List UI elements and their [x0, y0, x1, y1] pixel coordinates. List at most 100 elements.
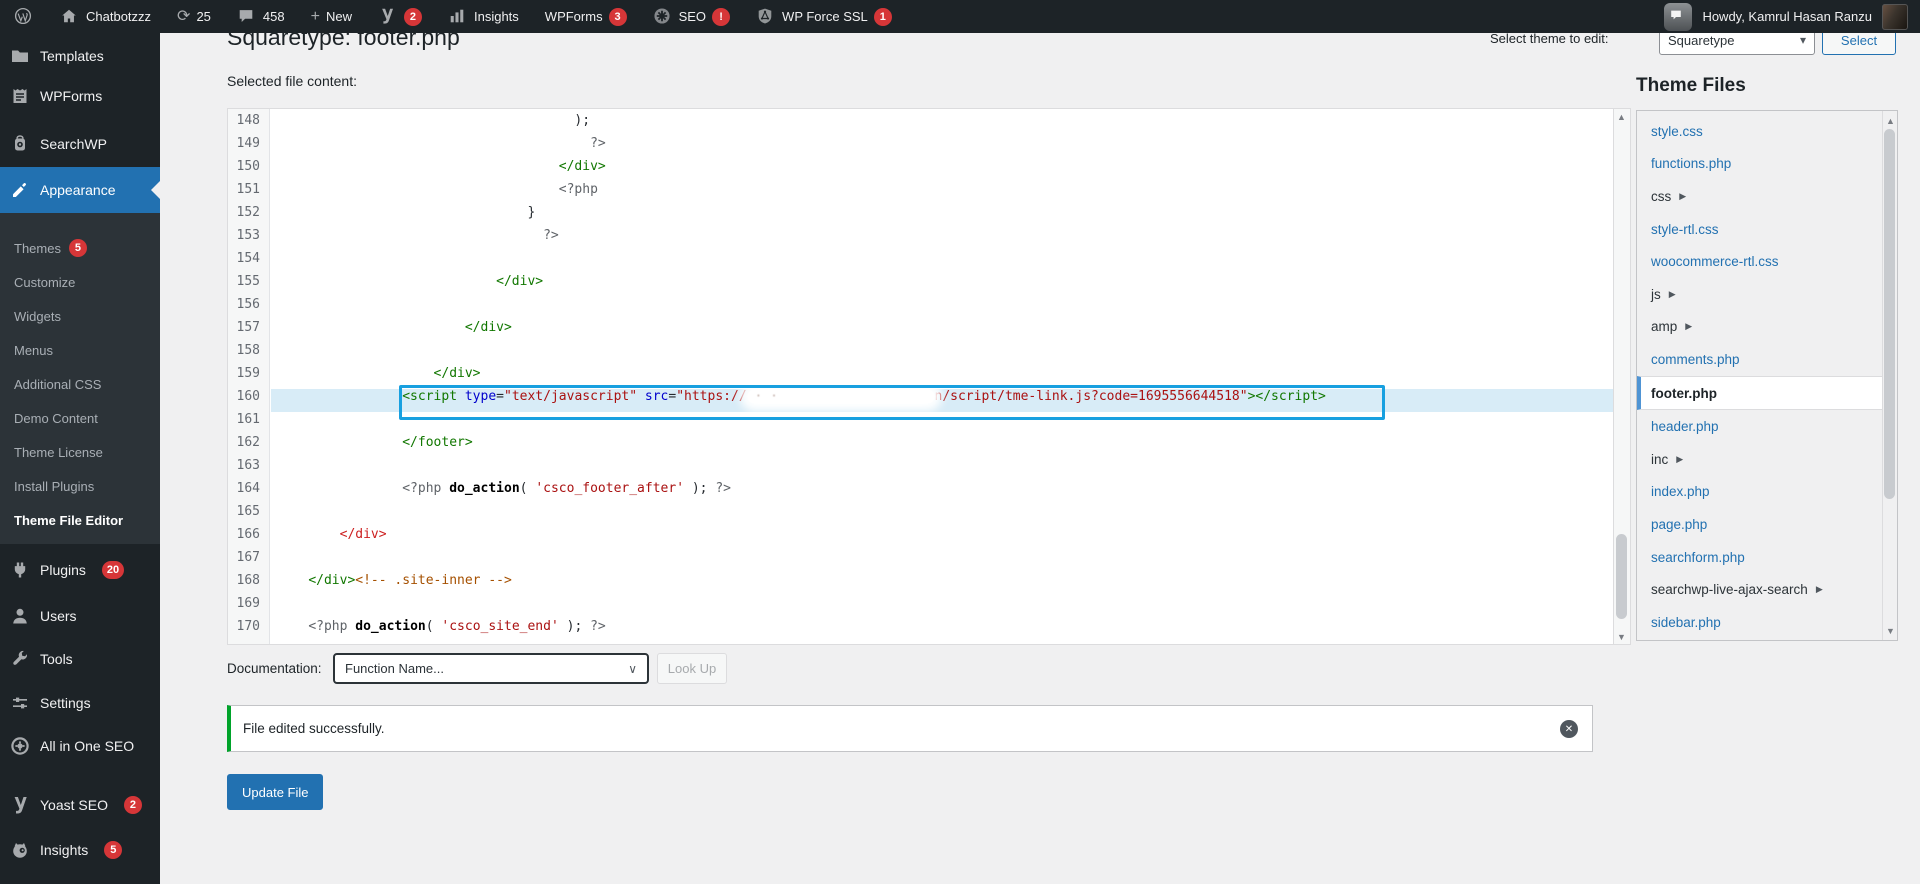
- avatar[interactable]: [1882, 4, 1908, 30]
- yoast-badge: 2: [404, 8, 422, 26]
- theme-file-amp[interactable]: amp▶: [1651, 311, 1883, 344]
- insights-admin-bar-item[interactable]: Insights: [448, 7, 519, 27]
- wp-force-ssl-badge: 1: [874, 8, 892, 26]
- wp-force-ssl-admin-bar-item[interactable]: WP Force SSL 1: [756, 7, 892, 27]
- sidebar-item-label: Settings: [40, 695, 91, 711]
- sidebar-item-insights[interactable]: Insights5: [0, 830, 160, 870]
- scroll-up-icon[interactable]: ▲: [1614, 109, 1629, 124]
- sidebar-item-widgets[interactable]: Widgets: [0, 301, 160, 331]
- success-notice: File edited successfully. ✕: [227, 705, 1593, 752]
- submenu-item-label: Menus: [14, 343, 53, 358]
- admin-bar-right: Howdy, Kamrul Hasan Ranzu: [1664, 3, 1920, 31]
- theme-file-comments-php[interactable]: comments.php: [1651, 343, 1883, 376]
- wordpress-menu[interactable]: [14, 7, 34, 27]
- sidebar-item-templates[interactable]: Templates: [0, 36, 160, 76]
- theme-file-style-css[interactable]: style.css: [1651, 115, 1883, 148]
- wpforms-admin-bar-item[interactable]: WPForms 3: [545, 8, 627, 26]
- sidebar-item-users[interactable]: Users: [0, 596, 160, 636]
- lookup-button[interactable]: Look Up: [657, 653, 727, 684]
- sidebar-item-powerkit[interactable]: Powerkit: [0, 872, 160, 884]
- theme-file-footer-php[interactable]: footer.php: [1637, 376, 1887, 411]
- theme-file-css[interactable]: css▶: [1651, 180, 1883, 213]
- new-label: New: [326, 9, 352, 24]
- sidebar-item-appearance[interactable]: Appearance: [0, 167, 160, 213]
- aioseo-icon: [10, 736, 30, 756]
- theme-file-inc[interactable]: inc▶: [1651, 443, 1883, 476]
- comments-count: 458: [263, 9, 285, 24]
- yoast-icon: [378, 7, 398, 27]
- sidebar-item-tools[interactable]: Tools: [0, 639, 160, 679]
- comments-link[interactable]: 458: [237, 7, 285, 27]
- folder-expand-icon: ▶: [1816, 584, 1823, 595]
- editor-scrollbar-thumb[interactable]: [1616, 534, 1627, 619]
- theme-file-style-rtl-css[interactable]: style-rtl.css: [1651, 213, 1883, 246]
- scroll-down-icon[interactable]: ▼: [1883, 623, 1898, 638]
- theme-file-woocommerce-rtl-css[interactable]: woocommerce-rtl.css: [1651, 245, 1883, 278]
- code-line: [271, 343, 1614, 366]
- sidebar-item-theme-license[interactable]: Theme License: [0, 437, 160, 467]
- theme-select-dropdown[interactable]: Squaretype ▾: [1659, 33, 1815, 55]
- theme-file-index-php[interactable]: index.php: [1651, 476, 1883, 509]
- sidebar-item-additional-css[interactable]: Additional CSS: [0, 369, 160, 399]
- sidebar-item-wpforms[interactable]: WPForms: [0, 76, 160, 116]
- editor-code-area[interactable]: ); ?> </div> <?php } ?>: [271, 109, 1614, 644]
- howdy-account-link[interactable]: Howdy, Kamrul Hasan Ranzu: [1702, 9, 1872, 24]
- site-name-link[interactable]: Chatbotzzz: [60, 7, 151, 27]
- update-file-button[interactable]: Update File: [227, 774, 323, 810]
- sidebar-item-demo-content[interactable]: Demo Content: [0, 403, 160, 433]
- sidebar-item-yoast-seo[interactable]: Yoast SEO2: [0, 785, 160, 825]
- sidebar-item-install-plugins[interactable]: Install Plugins: [0, 471, 160, 501]
- sidebar-item-all-in-one-seo[interactable]: All in One SEO: [0, 726, 160, 766]
- line-number: 169: [228, 596, 269, 619]
- theme-file-functions-php[interactable]: functions.php: [1651, 148, 1883, 181]
- sidebar-item-theme-file-editor[interactable]: Theme File Editor: [0, 505, 160, 535]
- seo-admin-bar-item[interactable]: SEO !: [653, 7, 730, 27]
- theme-file-name: index.php: [1651, 484, 1710, 499]
- documentation-select[interactable]: Function Name... ∨: [333, 653, 649, 684]
- templates-folder-icon: [10, 46, 30, 66]
- scroll-up-icon[interactable]: ▲: [1883, 113, 1898, 128]
- line-number: 155: [228, 274, 269, 297]
- menu-badge: 20: [102, 561, 124, 579]
- code-line: <?php do_action( 'csco_site_end' ); ?>: [271, 619, 1614, 642]
- wordpress-admin-screen: Chatbotzzz ⟳ 25 458 + New 2 Insights: [0, 0, 1920, 884]
- sidebar-item-settings[interactable]: Settings: [0, 683, 160, 723]
- folder-expand-icon: ▶: [1679, 191, 1686, 202]
- sidebar-item-menus[interactable]: Menus: [0, 335, 160, 365]
- chevron-down-icon: ▾: [1800, 33, 1806, 47]
- code-editor[interactable]: 1481491501511521531541551561571581591601…: [227, 108, 1631, 645]
- code-line: </div>: [271, 320, 1614, 343]
- line-number: 161: [228, 412, 269, 435]
- sidebar-item-label: Appearance: [40, 182, 116, 198]
- updates-link[interactable]: ⟳ 25: [177, 9, 211, 25]
- editor-scrollbar[interactable]: ▲ ▼: [1613, 109, 1630, 644]
- new-content-link[interactable]: + New: [311, 9, 352, 25]
- theme-file-header-php[interactable]: header.php: [1651, 410, 1883, 443]
- theme-file-searchwp-live-ajax-search[interactable]: searchwp-live-ajax-search▶: [1651, 573, 1883, 606]
- sidebar-item-label: Yoast SEO: [40, 797, 108, 813]
- code-line: [271, 596, 1614, 619]
- code-line: </div>: [271, 274, 1614, 297]
- sidebar-item-themes[interactable]: Themes5: [0, 233, 160, 263]
- theme-file-js[interactable]: js▶: [1651, 278, 1883, 311]
- menu-badge: 5: [104, 841, 122, 859]
- site-name-label: Chatbotzzz: [86, 9, 151, 24]
- yoast-admin-bar-item[interactable]: 2: [378, 7, 422, 27]
- appearance-submenu: Themes5 Customize Widgets Menus Additional C…: [0, 213, 160, 544]
- select-theme-button[interactable]: Select: [1822, 33, 1896, 55]
- theme-files-scrollbar[interactable]: ▲ ▼: [1882, 111, 1897, 640]
- theme-file-searchform-php[interactable]: searchform.php: [1651, 541, 1883, 574]
- chat-icon[interactable]: [1664, 3, 1692, 31]
- sidebar-item-label: Templates: [40, 48, 104, 64]
- sidebar-item-searchwp[interactable]: SearchWP: [0, 124, 160, 164]
- submenu-item-label: Additional CSS: [14, 377, 101, 392]
- theme-file-page-php[interactable]: page.php: [1651, 508, 1883, 541]
- line-number: 151: [228, 182, 269, 205]
- theme-file-sidebar-php[interactable]: sidebar.php: [1651, 606, 1883, 639]
- sidebar-item-customize[interactable]: Customize: [0, 267, 160, 297]
- dismiss-notice-icon[interactable]: ✕: [1560, 720, 1578, 738]
- theme-files-scrollbar-thumb[interactable]: [1884, 129, 1895, 499]
- sidebar-item-plugins[interactable]: Plugins20: [0, 550, 160, 590]
- theme-file-name: woocommerce-rtl.css: [1651, 254, 1779, 269]
- scroll-down-icon[interactable]: ▼: [1614, 629, 1629, 644]
